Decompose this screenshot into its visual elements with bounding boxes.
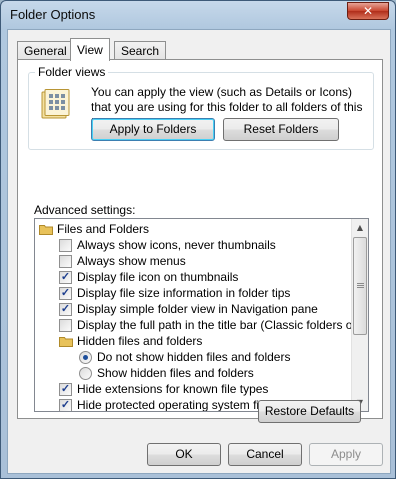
tab-view[interactable]: View [70,38,110,61]
folder-icon [59,337,73,347]
checkbox-display-file-size[interactable]: ✓ [59,287,72,300]
folder-views-icon [41,89,70,119]
advanced-settings-label: Advanced settings: [34,203,136,217]
checkbox-always-show-menus[interactable] [59,255,72,268]
scrollbar-thumb[interactable] [353,237,367,335]
folder-options-window: Folder Options ✕ General View Search Fol… [0,0,396,479]
grip-line [357,285,364,286]
checkbox-full-path-title-bar[interactable] [59,319,72,332]
radio-selected-dot [83,355,88,360]
grip-line [357,287,364,288]
cancel-button[interactable]: Cancel [228,443,302,466]
folder-views-label: Folder views [35,65,109,79]
checkbox-hide-extensions[interactable]: ✓ [59,383,72,396]
folder-views-group: Folder views You can apply the view (suc… [28,65,374,150]
grip-line [357,283,364,284]
folder-icon [39,225,53,235]
ok-button[interactable]: OK [147,443,221,466]
restore-defaults-button[interactable]: Restore Defaults [258,400,361,423]
tab-search[interactable]: Search [114,41,167,60]
vertical-scrollbar[interactable]: ▲ ▼ [351,219,368,411]
checkbox-always-show-icons[interactable] [59,239,72,252]
radio-show-hidden[interactable] [79,367,92,380]
tab-general[interactable]: General [17,41,74,60]
close-icon: ✕ [362,4,374,18]
dialog-body: General View Search Folder views You can… [7,29,391,474]
title-bar[interactable]: Folder Options ✕ [1,1,395,29]
radio-do-not-show-hidden[interactable] [79,351,92,364]
apply-button[interactable]: Apply [309,443,383,466]
close-button[interactable]: ✕ [347,2,389,20]
checkbox-display-file-icon[interactable]: ✓ [59,271,72,284]
window-title: Folder Options [10,7,96,22]
checkbox-hide-protected-files[interactable]: ✓ [59,399,72,411]
apply-to-folders-button[interactable]: Apply to Folders [91,118,215,141]
advanced-settings-list[interactable]: Files and Folders Always show icons, nev… [34,218,369,412]
view-tab-panel: Folder views You can apply the view (suc… [17,59,383,419]
scroll-up-icon[interactable]: ▲ [352,219,368,236]
reset-folders-button[interactable]: Reset Folders [223,118,339,141]
checkbox-simple-folder-view[interactable]: ✓ [59,303,72,316]
